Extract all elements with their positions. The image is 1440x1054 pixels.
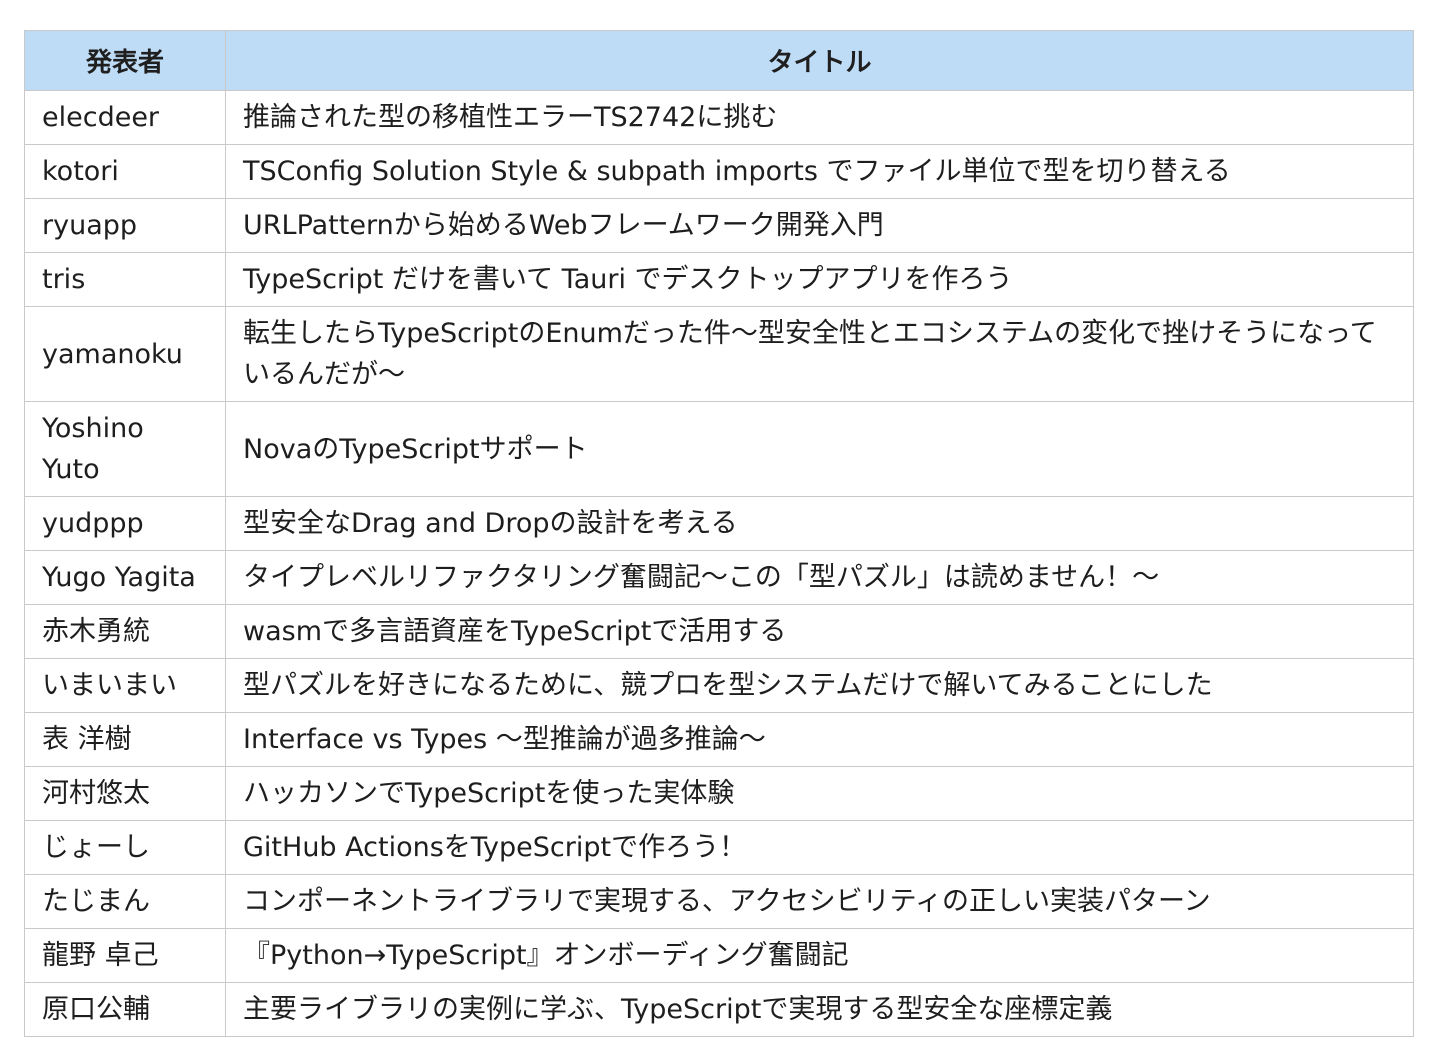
speaker-cell: じょーし	[24, 820, 226, 875]
speaker-cell: たじまん	[24, 874, 226, 929]
title-cell: ハッカソンでTypeScriptを使った実体験	[225, 766, 1414, 821]
title-cell: wasmで多言語資産をTypeScriptで活用する	[225, 604, 1414, 659]
speaker-cell: tris	[24, 252, 226, 307]
talk-list-container: 発表者 タイトル elecdeer 推論された型の移植性エラーTS2742に挑む…	[24, 30, 1414, 1037]
title-cell: GitHub ActionsをTypeScriptで作ろう！	[225, 820, 1414, 875]
title-cell: Interface vs Types 〜型推論が過多推論〜	[225, 712, 1414, 767]
title-cell: URLPatternから始めるWebフレームワーク開発入門	[225, 198, 1414, 253]
table-row: 龍野 卓己 『Python→TypeScript』オンボーディング奮闘記	[24, 928, 1414, 983]
table-row: 赤木勇統 wasmで多言語資産をTypeScriptで活用する	[24, 604, 1414, 659]
table-row: Yoshino Yuto NovaのTypeScriptサポート	[24, 401, 1414, 497]
speaker-cell: elecdeer	[24, 90, 226, 145]
table-row: tris TypeScript だけを書いて Tauri でデスクトップアプリを…	[24, 252, 1414, 307]
talk-table: 発表者 タイトル elecdeer 推論された型の移植性エラーTS2742に挑む…	[24, 30, 1414, 1037]
table-row: いまいまい 型パズルを好きになるために、競プロを型システムだけで解いてみることに…	[24, 658, 1414, 713]
table-row: elecdeer 推論された型の移植性エラーTS2742に挑む	[24, 90, 1414, 145]
header-speaker: 発表者	[24, 30, 226, 91]
table-row: Yugo Yagita タイプレベルリファクタリング奮闘記〜この「型パズル」は読…	[24, 550, 1414, 605]
speaker-cell: 原口公輔	[24, 982, 226, 1037]
title-cell: タイプレベルリファクタリング奮闘記〜この「型パズル」は読めません！〜	[225, 550, 1414, 605]
speaker-cell: 河村悠太	[24, 766, 226, 821]
table-row: kotori TSConfig Solution Style & subpath…	[24, 144, 1414, 199]
table-row: たじまん コンポーネントライブラリで実現する、アクセシビリティの正しい実装パター…	[24, 874, 1414, 929]
table-row: yamanoku 転生したらTypeScriptのEnumだった件〜型安全性とエ…	[24, 306, 1414, 402]
title-cell: NovaのTypeScriptサポート	[225, 401, 1414, 497]
header-title: タイトル	[225, 30, 1414, 91]
table-row: 河村悠太 ハッカソンでTypeScriptを使った実体験	[24, 766, 1414, 821]
title-cell: 型パズルを好きになるために、競プロを型システムだけで解いてみることにした	[225, 658, 1414, 713]
speaker-cell: Yugo Yagita	[24, 550, 226, 605]
table-row: 原口公輔 主要ライブラリの実例に学ぶ、TypeScriptで実現する型安全な座標…	[24, 982, 1414, 1037]
header-row: 発表者 タイトル	[24, 30, 1414, 91]
table-header: 発表者 タイトル	[24, 30, 1414, 91]
speaker-cell: 表 洋樹	[24, 712, 226, 767]
title-cell: 転生したらTypeScriptのEnumだった件〜型安全性とエコシステムの変化で…	[225, 306, 1414, 402]
speaker-cell: ryuapp	[24, 198, 226, 253]
table-row: ryuapp URLPatternから始めるWebフレームワーク開発入門	[24, 198, 1414, 253]
speaker-cell: Yoshino Yuto	[24, 401, 226, 497]
title-cell: 推論された型の移植性エラーTS2742に挑む	[225, 90, 1414, 145]
title-cell: 型安全なDrag and Dropの設計を考える	[225, 496, 1414, 551]
speaker-cell: kotori	[24, 144, 226, 199]
title-cell: 主要ライブラリの実例に学ぶ、TypeScriptで実現する型安全な座標定義	[225, 982, 1414, 1037]
table-row: 表 洋樹 Interface vs Types 〜型推論が過多推論〜	[24, 712, 1414, 767]
table-row: じょーし GitHub ActionsをTypeScriptで作ろう！	[24, 820, 1414, 875]
table-body: elecdeer 推論された型の移植性エラーTS2742に挑む kotori T…	[24, 90, 1414, 1037]
title-cell: コンポーネントライブラリで実現する、アクセシビリティの正しい実装パターン	[225, 874, 1414, 929]
title-cell: 『Python→TypeScript』オンボーディング奮闘記	[225, 928, 1414, 983]
speaker-cell: yudppp	[24, 496, 226, 551]
speaker-cell: 赤木勇統	[24, 604, 226, 659]
title-cell: TSConfig Solution Style & subpath import…	[225, 144, 1414, 199]
speaker-cell: 龍野 卓己	[24, 928, 226, 983]
speaker-cell: いまいまい	[24, 658, 226, 713]
title-cell: TypeScript だけを書いて Tauri でデスクトップアプリを作ろう	[225, 252, 1414, 307]
speaker-cell: yamanoku	[24, 306, 226, 402]
table-row: yudppp 型安全なDrag and Dropの設計を考える	[24, 496, 1414, 551]
